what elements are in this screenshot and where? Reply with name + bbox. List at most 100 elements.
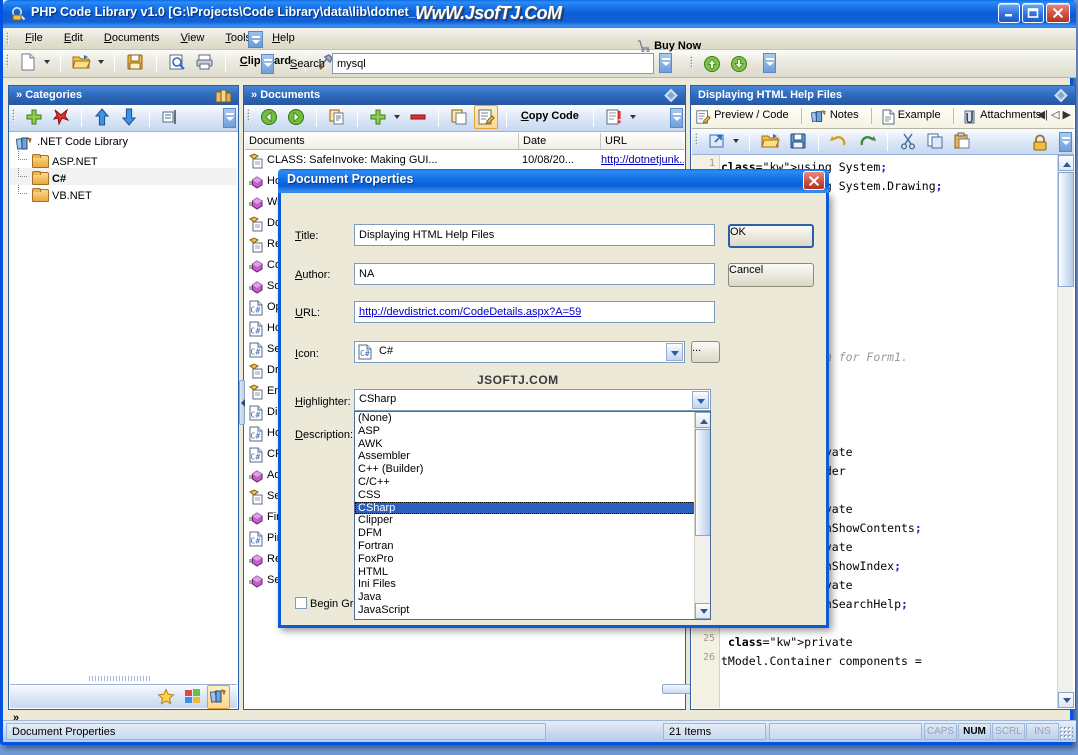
title-field[interactable] bbox=[354, 224, 715, 246]
back-button[interactable] bbox=[257, 105, 281, 129]
tab-scroll-nav[interactable]: ◀| ◁ ▶ bbox=[1037, 108, 1071, 121]
star-icon[interactable] bbox=[154, 685, 178, 709]
menu-file[interactable]: File bbox=[16, 28, 52, 47]
resize-grip[interactable] bbox=[1059, 726, 1073, 740]
copy-button[interactable] bbox=[923, 129, 947, 153]
highlighter-dropdown-scrollbar[interactable] bbox=[694, 412, 710, 619]
add-document-dropdown-icon[interactable] bbox=[393, 105, 402, 127]
list-item[interactable]: Ini Files bbox=[355, 578, 695, 591]
sidebar-item-aspnet[interactable]: ASP.NET bbox=[10, 151, 237, 168]
search-input[interactable] bbox=[332, 53, 654, 74]
preview-drag-grip[interactable] bbox=[695, 133, 698, 146]
add-document-button[interactable] bbox=[366, 105, 390, 129]
menu-drag-grip[interactable] bbox=[6, 32, 9, 45]
print-preview-button[interactable] bbox=[165, 50, 189, 74]
move-category-down-button[interactable] bbox=[117, 105, 141, 129]
nav-drag-grip[interactable] bbox=[690, 56, 693, 69]
nav-overflow-chevron-icon[interactable] bbox=[763, 53, 776, 73]
scroll-thumb[interactable] bbox=[1058, 172, 1074, 287]
paste-button[interactable] bbox=[950, 129, 974, 153]
column-header-date[interactable]: Date bbox=[519, 133, 601, 149]
highlighter-combo-chevron-down-icon[interactable] bbox=[692, 391, 709, 409]
list-item[interactable]: C++ (Builder) bbox=[355, 463, 695, 476]
list-item[interactable]: Clipper bbox=[355, 514, 695, 527]
categories-resize-grip[interactable] bbox=[89, 676, 151, 681]
close-button[interactable] bbox=[1046, 3, 1070, 23]
open-dropdown-icon[interactable] bbox=[97, 50, 106, 72]
cut-button[interactable] bbox=[896, 129, 920, 153]
open-external-dropdown-icon[interactable] bbox=[732, 129, 741, 151]
tab-next-icon[interactable]: ▶ bbox=[1063, 109, 1071, 121]
report-dropdown-icon[interactable] bbox=[629, 105, 638, 127]
menu-edit[interactable]: Edit bbox=[55, 28, 92, 47]
list-item[interactable]: Assembler bbox=[355, 450, 695, 463]
highlighter-combo[interactable]: CSharp bbox=[354, 389, 711, 411]
minimize-button[interactable] bbox=[998, 3, 1020, 23]
list-item[interactable]: Java bbox=[355, 591, 695, 604]
cancel-button[interactable]: Cancel bbox=[728, 263, 814, 287]
list-item[interactable]: DFM bbox=[355, 527, 695, 540]
lock-button[interactable] bbox=[1028, 131, 1052, 155]
list-item[interactable]: (None) bbox=[355, 412, 695, 425]
sidebar-item-vbnet[interactable]: VB.NET bbox=[10, 185, 237, 202]
cell-url[interactable]: http://dotnetjunk... bbox=[601, 154, 684, 166]
list-item[interactable]: CSS bbox=[355, 489, 695, 502]
save-button[interactable] bbox=[123, 50, 147, 74]
url-field[interactable] bbox=[354, 301, 715, 323]
move-category-up-button[interactable] bbox=[90, 105, 114, 129]
begin-group-checkbox[interactable]: Begin Gro bbox=[295, 597, 360, 610]
panel-splitter-handle[interactable] bbox=[239, 380, 245, 425]
forward-button[interactable] bbox=[284, 105, 308, 129]
documents-overflow-chevron-icon[interactable] bbox=[670, 108, 683, 128]
diamond-icon[interactable] bbox=[1053, 88, 1069, 106]
open-button[interactable] bbox=[69, 50, 94, 74]
menu-view[interactable]: View bbox=[172, 28, 214, 47]
open-external-button[interactable] bbox=[705, 129, 729, 153]
highlighter-options[interactable]: (None) ASP AWK Assembler C++ (Builder) C/C++ C… bbox=[355, 412, 695, 617]
scroll-up-arrow-icon[interactable] bbox=[1058, 155, 1074, 171]
category-properties-button[interactable] bbox=[158, 105, 182, 129]
maximize-button[interactable] bbox=[1022, 3, 1044, 23]
categories-overflow-chevron-icon[interactable] bbox=[223, 108, 236, 128]
tab-first-icon[interactable]: ◀| bbox=[1037, 109, 1048, 121]
icon-combo-chevron-down-icon[interactable] bbox=[666, 343, 683, 361]
menu-documents[interactable]: Documents bbox=[95, 28, 169, 47]
column-header-documents[interactable]: Documents bbox=[245, 133, 519, 149]
list-item[interactable]: C/C++ bbox=[355, 476, 695, 489]
list-item[interactable]: JavaScript bbox=[355, 604, 695, 617]
nav-up-button[interactable] bbox=[700, 52, 724, 76]
list-item[interactable]: ASP bbox=[355, 425, 695, 438]
categories-tree[interactable]: .NET Code Library ASP.NET C# VB.NET bbox=[10, 133, 237, 684]
list-item[interactable]: AWK bbox=[355, 438, 695, 451]
dialog-close-button[interactable] bbox=[803, 171, 825, 190]
menu-overflow-chevron-icon[interactable] bbox=[248, 31, 263, 48]
list-item[interactable]: Fortran bbox=[355, 540, 695, 553]
copy-document-button[interactable] bbox=[447, 105, 471, 129]
tab-example[interactable]: Example bbox=[878, 105, 947, 125]
preview-save-button[interactable] bbox=[786, 129, 810, 153]
author-field[interactable] bbox=[354, 263, 715, 285]
redo-button[interactable] bbox=[855, 129, 879, 153]
table-row[interactable]: CLASS: SafeInvoke: Making GUI... 10/08/20… bbox=[245, 150, 684, 171]
highlighter-dropdown-list[interactable]: (None) ASP AWK Assembler C++ (Builder) C/C++ C… bbox=[354, 411, 711, 620]
diamond-icon[interactable] bbox=[663, 88, 679, 106]
tab-preview-code[interactable]: Preview / Code bbox=[692, 105, 795, 125]
documents-drag-grip[interactable] bbox=[247, 109, 250, 122]
search-overflow-chevron-icon[interactable] bbox=[659, 53, 672, 73]
wizard-icon[interactable] bbox=[207, 685, 231, 709]
print-button[interactable] bbox=[192, 50, 217, 74]
menu-help[interactable]: Help bbox=[263, 28, 304, 47]
scroll-down-arrow-icon[interactable] bbox=[695, 603, 710, 619]
delete-category-button[interactable] bbox=[49, 105, 73, 129]
report-button[interactable] bbox=[602, 105, 626, 129]
code-vertical-scrollbar[interactable] bbox=[1057, 155, 1074, 708]
undo-button[interactable] bbox=[827, 129, 851, 153]
windows-icon[interactable] bbox=[181, 685, 204, 709]
tab-notes[interactable]: Notes bbox=[808, 105, 865, 125]
list-item[interactable]: HTML bbox=[355, 566, 695, 579]
preview-overflow-chevron-icon[interactable] bbox=[1059, 132, 1072, 152]
duplicate-document-button[interactable] bbox=[325, 105, 349, 129]
copy-code-button[interactable]: Copy Code bbox=[515, 105, 585, 129]
list-item[interactable]: FoxPro bbox=[355, 553, 695, 566]
tab-attachments[interactable]: Attachments bbox=[960, 105, 1048, 125]
